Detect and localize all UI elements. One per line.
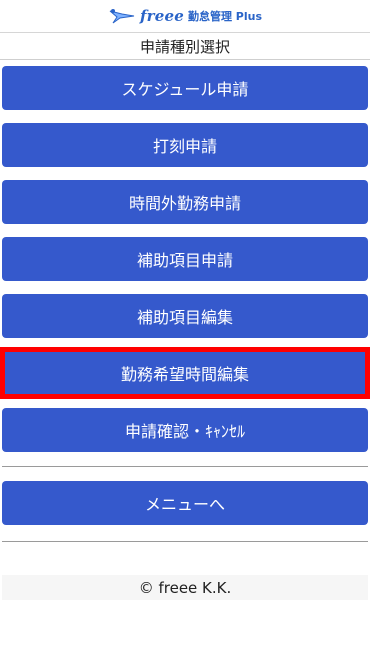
divider [2,466,368,467]
request-confirm-cancel-button[interactable]: 申請確認・ｷｬﾝｾﾙ [2,408,368,452]
auxiliary-item-request-button[interactable]: 補助項目申請 [2,237,368,281]
schedule-request-button[interactable]: スケジュール申請 [2,66,368,110]
punch-request-button[interactable]: 打刻申請 [2,123,368,167]
page-title: 申請種別選択 [0,35,370,60]
work-preference-edit-button[interactable]: 勤務希望時間編集 [0,347,370,399]
product-name: 勤怠管理 Plus [187,10,263,23]
brand-logo: freee 勤怠管理 Plus [108,6,262,26]
app-header: freee 勤怠管理 Plus [0,0,370,33]
auxiliary-item-edit-button[interactable]: 補助項目編集 [2,294,368,338]
overtime-request-button[interactable]: 時間外勤務申請 [2,180,368,224]
freee-bird-logo-icon [109,9,135,24]
back-to-menu-button[interactable]: メニューへ [2,481,368,525]
divider [2,541,368,542]
footer-copyright: © freee K.K. [2,575,368,600]
brand-name: freee [139,7,184,25]
